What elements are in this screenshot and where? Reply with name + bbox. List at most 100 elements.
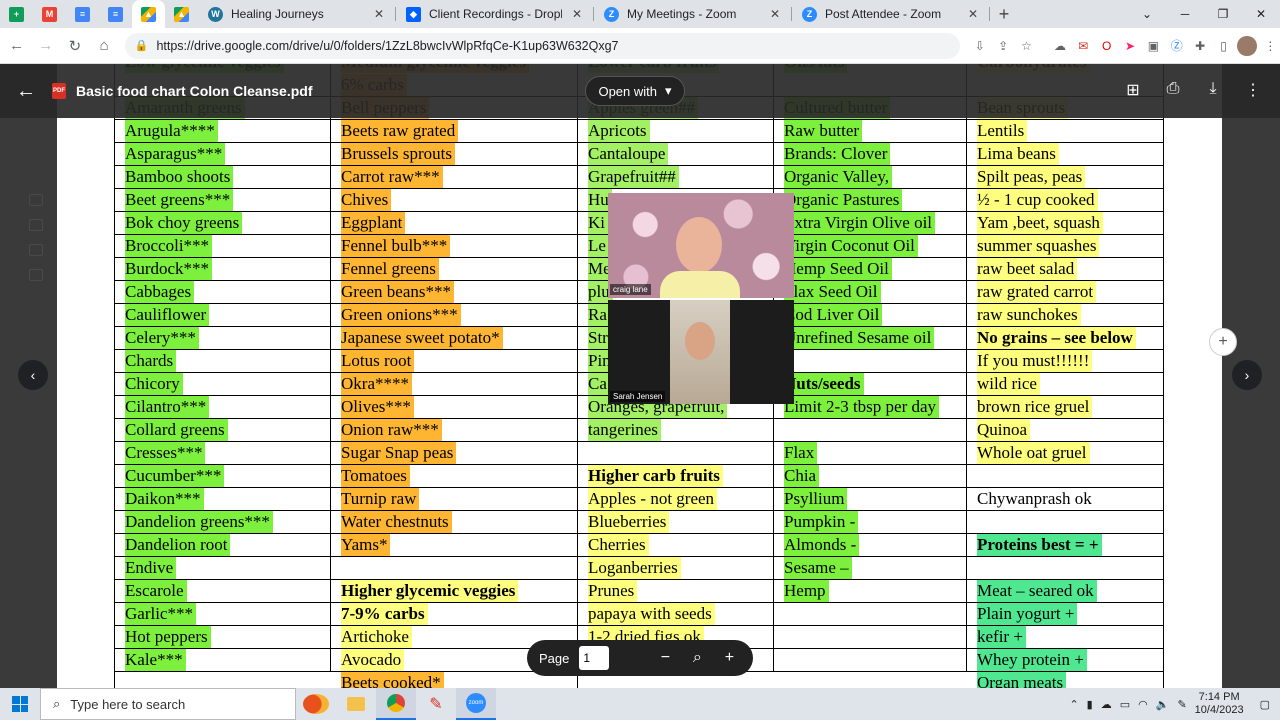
cloud-extension-icon[interactable]: ☁ xyxy=(1050,36,1069,56)
cell-text: Escarole xyxy=(125,580,187,602)
table-cell: Prunes xyxy=(578,580,774,603)
wifi-icon[interactable]: ◠ xyxy=(1138,698,1148,711)
page-number-input[interactable]: 1 xyxy=(579,646,610,670)
mail-extension-icon[interactable]: ✉ xyxy=(1074,36,1093,56)
cell-text: Endive xyxy=(125,557,177,579)
home-icon[interactable]: ⌂ xyxy=(92,32,117,60)
add-comment-button[interactable]: + xyxy=(1209,328,1237,356)
pinned-tab-gmail[interactable]: M xyxy=(33,0,66,28)
previous-file-icon[interactable]: ‹ xyxy=(18,360,48,390)
taskbar-search[interactable]: ⌕ Type here to search xyxy=(40,688,296,720)
maximize-icon[interactable]: ❐ xyxy=(1204,0,1242,28)
close-icon[interactable]: ✕ xyxy=(372,7,386,21)
minimize-icon[interactable]: ─ xyxy=(1166,0,1204,28)
open-with-button[interactable]: Open with ▾ xyxy=(585,76,685,106)
pen-tray-icon[interactable]: ✎ xyxy=(1177,698,1186,711)
arrow-extension-icon[interactable]: ➤ xyxy=(1120,36,1139,56)
table-cell: Chicory xyxy=(115,373,331,396)
add-comment-icon[interactable]: ⊞ xyxy=(1122,80,1144,100)
table-cell: Limit 2-3 tbsp per day xyxy=(774,396,967,419)
file-explorer-icon[interactable] xyxy=(336,688,376,720)
pinned-tab-docs[interactable]: ≡ xyxy=(66,0,99,28)
zoom-magnifier-icon[interactable]: ⌕ xyxy=(681,649,713,667)
cell-text: Whey protein + xyxy=(977,649,1087,671)
table-cell xyxy=(774,603,967,626)
volume-icon[interactable]: 🔈 xyxy=(1156,698,1170,711)
table-cell: Water chestnuts xyxy=(331,511,578,534)
table-cell: Whey protein + xyxy=(967,649,1164,672)
start-button[interactable] xyxy=(0,696,40,712)
next-file-icon[interactable]: › xyxy=(1232,360,1262,390)
cell-text: Cantaloupe xyxy=(588,143,669,165)
cell-text: Cauliflower xyxy=(125,304,210,326)
more-options-icon[interactable]: ⋮ xyxy=(1242,80,1264,100)
tab-dropbox[interactable]: ◆ Client Recordings - Dropbox ✕ xyxy=(396,0,594,28)
zoom-in-icon[interactable]: + xyxy=(713,649,745,667)
share-icon[interactable]: ⇪ xyxy=(994,36,1013,56)
zoom-out-icon[interactable]: − xyxy=(649,649,681,667)
zoom-extension-icon[interactable]: Ⓩ xyxy=(1167,36,1186,56)
close-icon[interactable]: ✕ xyxy=(966,7,980,21)
download-icon[interactable]: ⤓ xyxy=(1202,80,1224,98)
side-panel-icon[interactable]: ▯ xyxy=(1214,36,1233,56)
close-icon[interactable]: ✕ xyxy=(768,7,782,21)
participant-tile-sarah[interactable]: Sarah Jensen xyxy=(608,300,794,404)
table-cell: Asparagus*** xyxy=(115,143,331,166)
table-cell: Dandelion greens*** xyxy=(115,511,331,534)
cell-text: Organic Pastures xyxy=(784,189,903,211)
bookmark-star-icon[interactable]: ☆ xyxy=(1017,36,1036,56)
screen-extension-icon[interactable]: ▣ xyxy=(1144,36,1163,56)
cell-text: If you must!!!!!! xyxy=(977,350,1093,372)
drive-icon: ▲ xyxy=(174,6,189,22)
tab-healing-journeys[interactable]: W Healing Journeys ✕ xyxy=(198,0,396,28)
new-tab-button[interactable]: + xyxy=(990,0,1018,28)
back-icon[interactable]: ← xyxy=(4,32,29,60)
tray-chevron-icon[interactable]: ⌃ xyxy=(1069,698,1078,711)
battery-icon[interactable]: ▭ xyxy=(1120,698,1130,711)
usb-icon[interactable]: ▮ xyxy=(1087,698,1093,711)
cell-text: Broccoli*** xyxy=(125,235,213,257)
table-cell: Celery*** xyxy=(115,327,331,350)
clock[interactable]: 7:14 PM 10/4/2023 xyxy=(1195,691,1244,717)
pinned-tab-drive-active[interactable]: ▲ xyxy=(132,0,165,28)
file-name: Basic food chart Colon Cleanse.pdf xyxy=(76,83,313,99)
tab-post-attendee[interactable]: Z Post Attendee - Zoom ✕ xyxy=(792,0,990,28)
table-cell: ½ - 1 cup cooked xyxy=(967,189,1164,212)
profile-avatar[interactable] xyxy=(1237,35,1257,56)
close-window-icon[interactable]: ✕ xyxy=(1242,0,1280,28)
tab-my-meetings[interactable]: Z My Meetings - Zoom ✕ xyxy=(594,0,792,28)
table-cell: Turnip raw xyxy=(331,488,578,511)
extensions-puzzle-icon[interactable]: ✚ xyxy=(1191,36,1210,56)
cell-text: Avocado xyxy=(341,649,405,671)
opera-extension-icon[interactable]: O xyxy=(1097,36,1116,56)
print-icon[interactable]: ⎙ xyxy=(1162,80,1184,98)
pinned-tab-drive[interactable]: ▲ xyxy=(165,0,198,28)
close-viewer-arrow-icon[interactable]: ← xyxy=(0,80,52,103)
cell-text: papaya with seeds xyxy=(588,603,715,625)
table-cell: Lentils xyxy=(967,120,1164,143)
forward-icon[interactable]: → xyxy=(33,32,58,60)
calendar-rail-icon xyxy=(29,219,43,231)
pinned-tab-sheets[interactable]: + xyxy=(0,0,33,28)
menu-dots-icon[interactable]: ⋮ xyxy=(1261,36,1280,56)
search-highlight-icon[interactable] xyxy=(296,688,336,720)
zoom-video-panel[interactable]: craig lane Sarah Jensen xyxy=(608,193,794,404)
chrome-icon[interactable] xyxy=(376,688,416,720)
reload-icon[interactable]: ↻ xyxy=(62,32,87,60)
clock-date: 10/4/2023 xyxy=(1194,704,1244,716)
cell-text: Prunes xyxy=(588,580,638,602)
address-bar[interactable]: 🔒 https://drive.google.com/drive/u/0/fol… xyxy=(124,32,961,59)
cell-text: Yams* xyxy=(341,534,391,556)
close-icon[interactable]: ✕ xyxy=(570,7,584,21)
pen-app-icon[interactable]: ✎ xyxy=(416,688,456,720)
table-cell: wild rice xyxy=(967,373,1164,396)
participant-tile-craig[interactable]: craig lane xyxy=(608,193,794,298)
onedrive-icon[interactable]: ☁ xyxy=(1101,698,1112,711)
pinned-tab-docs-2[interactable]: ≡ xyxy=(99,0,132,28)
table-cell: Extra Virgin Olive oil xyxy=(774,212,967,235)
install-icon[interactable]: ⇩ xyxy=(970,36,989,56)
tab-search-icon[interactable]: ⌄ xyxy=(1128,0,1166,28)
zoom-app-icon[interactable]: zoom xyxy=(456,688,496,720)
table-cell: raw grated carrot xyxy=(967,281,1164,304)
notifications-icon[interactable]: ▢ xyxy=(1260,698,1270,711)
